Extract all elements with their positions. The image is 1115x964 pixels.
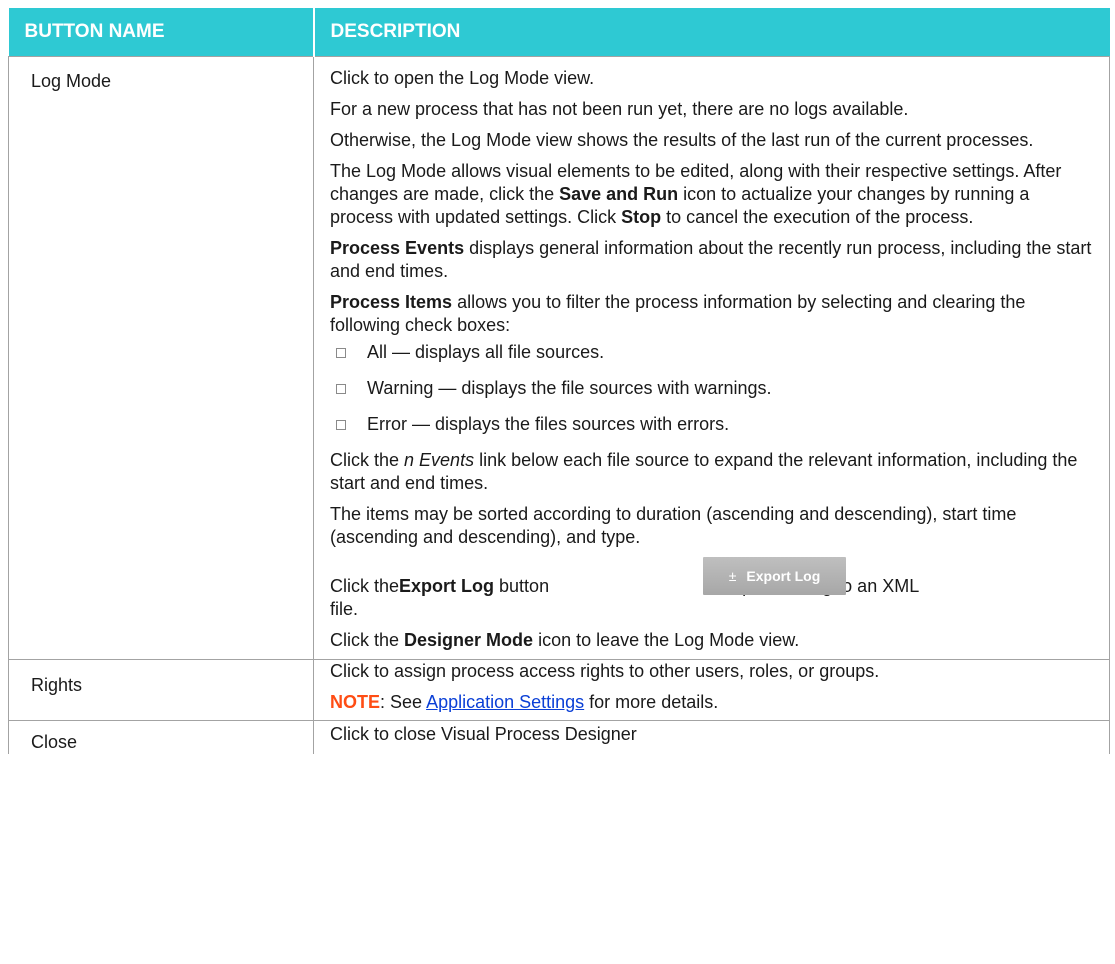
paragraph: Process Events displays general informat…	[330, 238, 1092, 281]
paragraph: Click the Designer Mode icon to leave th…	[330, 630, 800, 650]
paragraph: Click the n Events link below each file …	[330, 450, 1078, 493]
checkbox-icon	[336, 383, 346, 394]
paragraph: Process Items allows you to filter the p…	[330, 292, 1026, 335]
row-name-rights: Rights	[8, 659, 314, 721]
row-description-rights: Click to assign process access rights to…	[313, 659, 1110, 721]
button-description-table: BUTTON NAME DESCRIPTION Log Mode Click t…	[8, 8, 1110, 754]
paragraph: The items may be sorted according to dur…	[330, 504, 1017, 547]
paragraph: Click to open the Log Mode view.	[330, 68, 595, 88]
table-header-row: BUTTON NAME DESCRIPTION	[8, 8, 1110, 57]
row-name-log-mode: Log Mode	[8, 56, 314, 660]
row-description-close: Click to close Visual Process Designer	[313, 720, 1110, 754]
table-row: Close Click to close Visual Process Desi…	[8, 720, 1110, 754]
note-paragraph: NOTE: See Application Settings for more …	[330, 692, 719, 712]
list-item: Warning — displays the file sources with…	[330, 377, 1097, 400]
checkbox-icon	[336, 419, 346, 430]
checkbox-list: All — displays all file sources. Warning…	[330, 341, 1097, 436]
header-button-name: BUTTON NAME	[8, 8, 314, 57]
export-paragraph: ± Export Log Click the Export Log button…	[330, 557, 1097, 621]
paragraph: For a new process that has not been run …	[330, 99, 909, 119]
plus-minus-icon: ±	[728, 567, 737, 584]
paragraph: Click to assign process access rights to…	[330, 661, 880, 681]
header-description: DESCRIPTION	[312, 8, 1110, 57]
application-settings-link[interactable]: Application Settings	[426, 692, 584, 712]
table-row: Rights Click to assign process access ri…	[8, 659, 1110, 721]
paragraph: Otherwise, the Log Mode view shows the r…	[330, 130, 1034, 150]
paragraph: The Log Mode allows visual elements to b…	[330, 161, 1062, 227]
export-log-button[interactable]: ± Export Log	[703, 557, 846, 595]
table-row: Log Mode Click to open the Log Mode view…	[8, 56, 1110, 660]
export-log-label: Export Log	[746, 567, 821, 584]
checkbox-icon	[336, 347, 346, 358]
list-item: Error — displays the files sources with …	[330, 413, 1097, 436]
row-description-log-mode: Click to open the Log Mode view. For a n…	[313, 56, 1110, 660]
note-label: NOTE	[330, 692, 381, 712]
row-name-close: Close	[8, 720, 314, 754]
list-item: All — displays all file sources.	[330, 341, 1097, 364]
